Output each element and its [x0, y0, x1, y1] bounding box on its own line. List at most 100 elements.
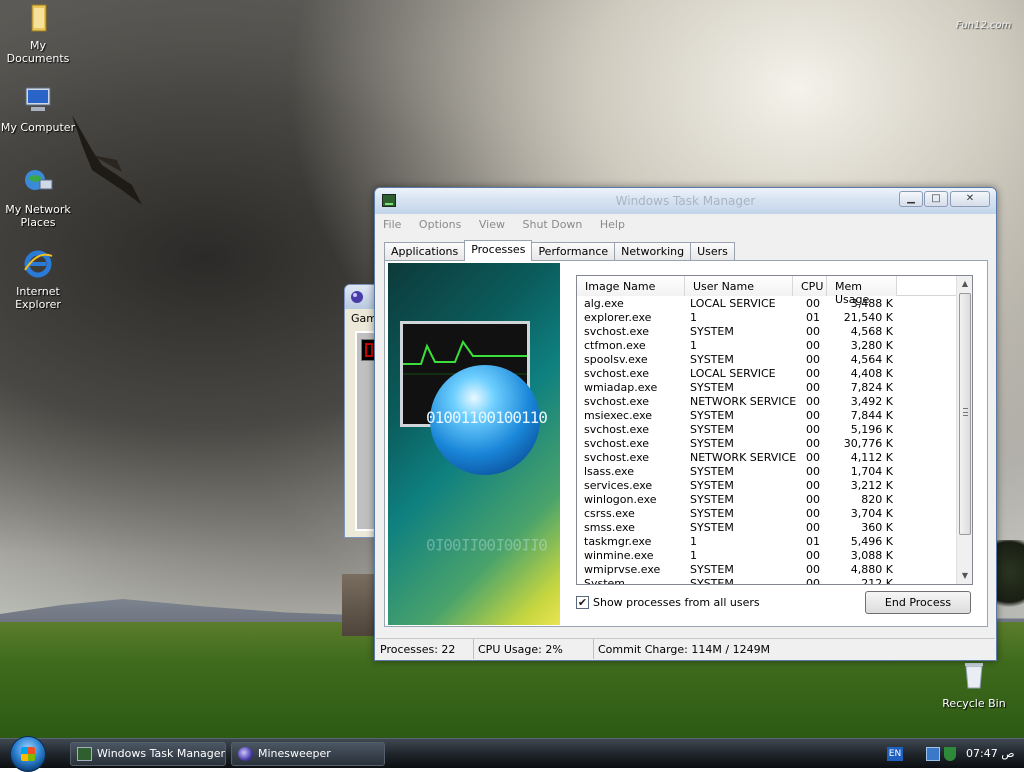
- task-manager-window[interactable]: Windows Task Manager ▁ □ ✕ File Options …: [374, 187, 997, 661]
- tab-networking[interactable]: Networking: [614, 242, 692, 261]
- process-user: SYSTEM: [690, 507, 734, 520]
- tab-applications[interactable]: Applications: [384, 242, 466, 261]
- menu-help[interactable]: Help: [600, 218, 625, 231]
- process-cpu: 00: [806, 325, 820, 338]
- clock[interactable]: 07:47 ص: [966, 747, 1015, 760]
- process-row[interactable]: explorer.exe 1 01 21,540 K: [577, 311, 957, 325]
- scroll-thumb[interactable]: [959, 293, 971, 535]
- process-row[interactable]: svchost.exe SYSTEM 00 30,776 K: [577, 437, 957, 451]
- process-name: wmiprvse.exe: [584, 563, 661, 576]
- checkbox[interactable]: ✔: [576, 596, 589, 609]
- menu-options[interactable]: Options: [419, 218, 461, 231]
- tab-processes[interactable]: Processes: [464, 240, 533, 261]
- taskbar-button-minesweeper[interactable]: Minesweeper: [231, 742, 385, 766]
- tab-users[interactable]: Users: [690, 242, 735, 261]
- process-name: svchost.exe: [584, 395, 650, 408]
- process-row[interactable]: wmiprvse.exe SYSTEM 00 4,880 K: [577, 563, 957, 577]
- tray-security-shield-icon[interactable]: [944, 747, 956, 761]
- desktop-icon-my-documents[interactable]: My Documents: [0, 2, 78, 65]
- process-cpu: 01: [806, 535, 820, 548]
- process-user: LOCAL SERVICE: [690, 297, 776, 310]
- process-row[interactable]: svchost.exe SYSTEM 00 5,196 K: [577, 423, 957, 437]
- process-cpu: 00: [806, 297, 820, 310]
- process-row[interactable]: msiexec.exe SYSTEM 00 7,844 K: [577, 409, 957, 423]
- process-name: svchost.exe: [584, 325, 650, 338]
- minimize-button[interactable]: ▁: [899, 191, 923, 207]
- process-user: 1: [690, 311, 697, 324]
- desktop-icon-my-computer[interactable]: My Computer: [0, 84, 78, 134]
- taskbar: Windows Task Manager Minesweeper EN 07:4…: [0, 736, 1024, 772]
- process-row[interactable]: svchost.exe NETWORK SERVICE 00 4,112 K: [577, 451, 957, 465]
- start-button[interactable]: [10, 736, 46, 772]
- desktop-icon-internet-explorer[interactable]: Internet Explorer: [0, 248, 78, 311]
- scroll-up-arrow-icon[interactable]: ▲: [957, 276, 972, 292]
- process-cpu: 00: [806, 381, 820, 394]
- menu-file[interactable]: File: [383, 218, 401, 231]
- process-cpu: 00: [806, 423, 820, 436]
- process-row[interactable]: winlogon.exe SYSTEM 00 820 K: [577, 493, 957, 507]
- column-image-name[interactable]: Image Name: [577, 276, 685, 296]
- end-process-button[interactable]: End Process: [865, 591, 971, 614]
- internet-explorer-icon: [24, 250, 53, 278]
- process-cpu: 00: [806, 549, 820, 562]
- process-row[interactable]: lsass.exe SYSTEM 00 1,704 K: [577, 465, 957, 479]
- process-row[interactable]: csrss.exe SYSTEM 00 3,704 K: [577, 507, 957, 521]
- process-row[interactable]: svchost.exe NETWORK SERVICE 00 3,492 K: [577, 395, 957, 409]
- status-bar: Processes: 22 CPU Usage: 2% Commit Charg…: [376, 638, 995, 659]
- column-mem-usage[interactable]: Mem Usage: [827, 276, 897, 306]
- process-name: smss.exe: [584, 521, 635, 534]
- column-user-name[interactable]: User Name: [685, 276, 793, 296]
- process-row[interactable]: ctfmon.exe 1 00 3,280 K: [577, 339, 957, 353]
- status-processes: Processes: 22: [376, 639, 474, 659]
- process-row[interactable]: smss.exe SYSTEM 00 360 K: [577, 521, 957, 535]
- language-indicator[interactable]: EN: [887, 747, 903, 761]
- vertical-scrollbar[interactable]: ▲ ▼: [956, 276, 972, 584]
- desktop-icon-my-network-places[interactable]: My Network Places: [0, 166, 78, 229]
- process-row[interactable]: services.exe SYSTEM 00 3,212 K: [577, 479, 957, 493]
- process-row[interactable]: alg.exe LOCAL SERVICE 00 3,488 K: [577, 297, 957, 311]
- scroll-down-arrow-icon[interactable]: ▼: [957, 568, 972, 584]
- column-cpu[interactable]: CPU: [793, 276, 827, 296]
- process-mem: 3,088 K: [850, 549, 893, 562]
- process-list-header: Image Name User Name CPU Mem Usage: [577, 276, 957, 306]
- barn: [342, 574, 376, 636]
- desktop-icon-recycle-bin[interactable]: Recycle Bin: [934, 660, 1014, 710]
- process-rows: alg.exe LOCAL SERVICE 00 3,488 Kexplorer.ex…: [577, 297, 957, 585]
- process-row[interactable]: wmiadap.exe SYSTEM 00 7,824 K: [577, 381, 957, 395]
- process-row[interactable]: taskmgr.exe 1 01 5,496 K: [577, 535, 957, 549]
- process-list[interactable]: Image Name User Name CPU Mem Usage alg.e…: [576, 275, 973, 585]
- process-cpu: 00: [806, 367, 820, 380]
- close-button[interactable]: ✕: [950, 191, 990, 207]
- menu-shut-down[interactable]: Shut Down: [522, 218, 582, 231]
- process-mem: 3,280 K: [850, 339, 893, 352]
- process-mem: 4,564 K: [850, 353, 893, 366]
- process-name: System: [584, 577, 626, 585]
- titlebar[interactable]: Windows Task Manager ▁ □ ✕: [375, 188, 996, 214]
- minesweeper-icon: [351, 291, 363, 303]
- process-name: svchost.exe: [584, 437, 650, 450]
- process-name: taskmgr.exe: [584, 535, 652, 548]
- process-row[interactable]: svchost.exe LOCAL SERVICE 00 4,408 K: [577, 367, 957, 381]
- tray-network-icon[interactable]: [926, 747, 940, 761]
- process-user: SYSTEM: [690, 493, 734, 506]
- process-cpu: 00: [806, 521, 820, 534]
- process-row[interactable]: System SYSTEM 00 212 K: [577, 577, 957, 585]
- recycle-bin-icon: [965, 663, 983, 689]
- process-mem: 3,704 K: [850, 507, 893, 520]
- process-user: SYSTEM: [690, 353, 734, 366]
- process-row[interactable]: svchost.exe SYSTEM 00 4,568 K: [577, 325, 957, 339]
- process-row[interactable]: winmine.exe 1 00 3,088 K: [577, 549, 957, 563]
- checkbox-label: Show processes from all users: [593, 596, 760, 609]
- process-mem: 4,408 K: [850, 367, 893, 380]
- process-row[interactable]: spoolsv.exe SYSTEM 00 4,564 K: [577, 353, 957, 367]
- taskbar-button-task-manager[interactable]: Windows Task Manager: [70, 742, 226, 766]
- menu-view[interactable]: View: [479, 218, 505, 231]
- process-mem: 4,880 K: [850, 563, 893, 576]
- process-cpu: 00: [806, 563, 820, 576]
- process-mem: 4,568 K: [850, 325, 893, 338]
- process-mem: 3,488 K: [850, 297, 893, 310]
- process-user: SYSTEM: [690, 325, 734, 338]
- process-name: explorer.exe: [584, 311, 652, 324]
- maximize-button[interactable]: □: [924, 191, 948, 207]
- tab-performance[interactable]: Performance: [531, 242, 616, 261]
